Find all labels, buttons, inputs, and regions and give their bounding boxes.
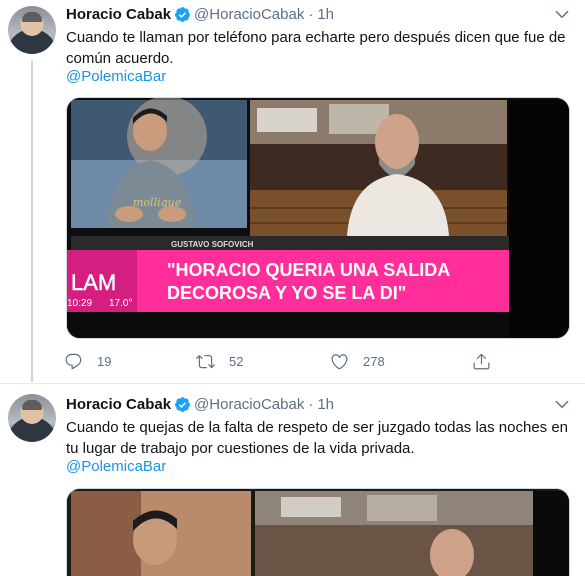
tv-screenshot-illustration: mollique GUSTAVO SOFOVICH LAM "HORACIO Q…	[67, 98, 569, 338]
guest-name-caption: GUSTAVO SOFOVICH	[171, 240, 254, 249]
author-handle[interactable]: @HoracioCabak	[194, 396, 304, 413]
separator-dot: ·	[308, 395, 314, 413]
like-button[interactable]: 278	[330, 350, 385, 372]
verified-badge-icon	[175, 6, 190, 22]
avatar[interactable]	[8, 6, 56, 54]
tv-screenshot-illustration	[67, 489, 569, 576]
reply-icon	[65, 353, 82, 369]
tweet-mention-line: @PolemicaBar	[66, 66, 576, 87]
tweet-text: Cuando te llaman por teléfono para echar…	[66, 29, 566, 67]
tweet-media-image[interactable]: mollique GUSTAVO SOFOVICH LAM "HORACIO Q…	[66, 97, 570, 339]
author-name[interactable]: Horacio Cabak	[66, 396, 171, 413]
verified-badge-icon	[175, 396, 190, 412]
retweet-button[interactable]: 52	[196, 350, 243, 372]
clock-readout: 10:29	[67, 298, 92, 309]
mention-link[interactable]: @PolemicaBar	[66, 458, 166, 475]
share-button[interactable]	[472, 350, 505, 372]
tweet-timestamp[interactable]: 1h	[317, 6, 334, 23]
temperature-readout: 17.0°	[109, 298, 132, 309]
author-name[interactable]: Horacio Cabak	[66, 6, 171, 23]
channel-logo: LAM	[71, 270, 116, 295]
tweet-header: Horacio Cabak @HoracioCabak · 1h	[66, 394, 334, 414]
tweet-media-image[interactable]	[66, 488, 570, 576]
retweet-icon	[196, 354, 215, 368]
tweet-header: Horacio Cabak @HoracioCabak · 1h	[66, 4, 334, 24]
share-icon	[473, 353, 490, 369]
separator-dot: ·	[308, 5, 314, 23]
like-count: 278	[363, 353, 385, 369]
retweet-count: 52	[229, 353, 244, 369]
headline-line-1: "HORACIO QUERIA UNA SALIDA	[167, 260, 450, 280]
chevron-down-icon[interactable]	[553, 5, 571, 23]
tweet-actions: 19 52 278	[60, 350, 500, 372]
mention-link[interactable]: @PolemicaBar	[66, 68, 166, 85]
tweet-text: Cuando te quejas de la falta de respeto …	[66, 419, 569, 457]
like-icon	[331, 353, 348, 369]
reply-count: 19	[97, 353, 112, 369]
chevron-down-icon[interactable]	[553, 395, 571, 413]
reply-button[interactable]: 19	[64, 350, 111, 372]
tweet[interactable]: Horacio Cabak @HoracioCabak · 1h Cuando …	[0, 0, 585, 384]
tweet-mention-line: @PolemicaBar	[66, 456, 576, 477]
author-handle[interactable]: @HoracioCabak	[194, 6, 304, 23]
tweet-timestamp[interactable]: 1h	[317, 396, 334, 413]
avatar[interactable]	[8, 394, 56, 442]
headline-line-2: DECOROSA Y YO SE LA DI"	[167, 283, 406, 303]
thread-connector	[31, 60, 33, 382]
